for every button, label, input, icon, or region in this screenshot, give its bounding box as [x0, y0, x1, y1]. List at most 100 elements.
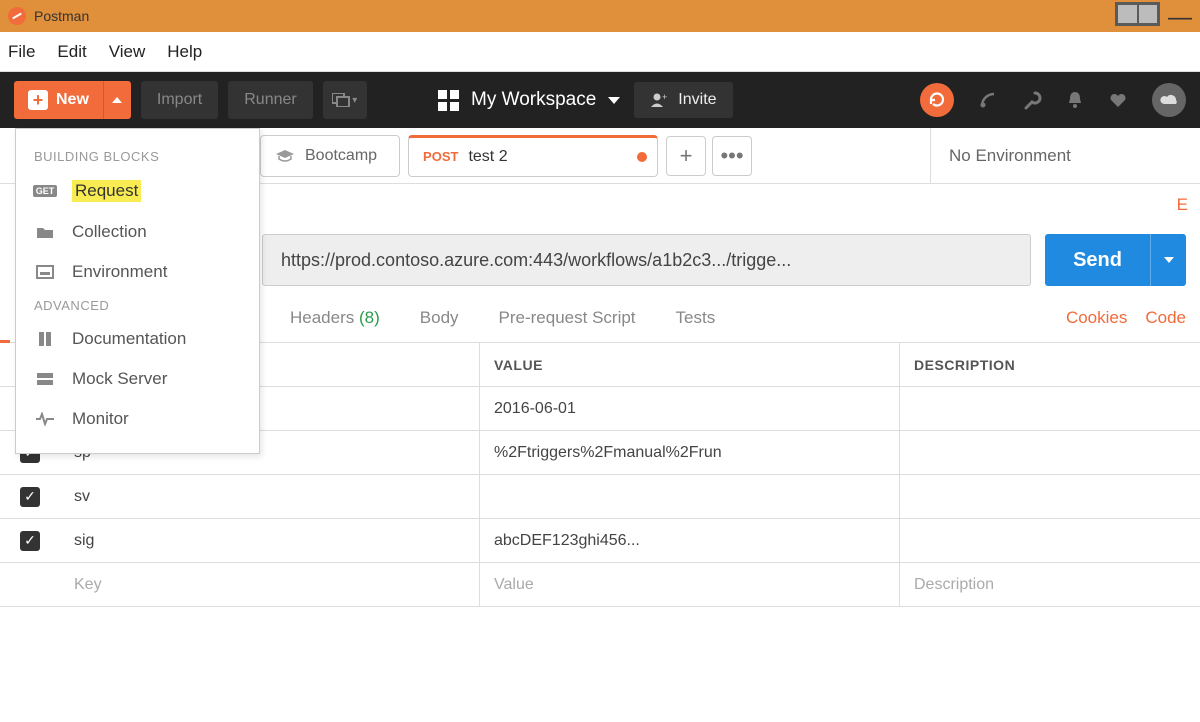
runner-button[interactable]: Runner — [228, 81, 312, 119]
param-desc-cell[interactable] — [900, 387, 1200, 430]
subtab-body[interactable]: Body — [420, 308, 459, 328]
menu-item-environment[interactable]: Environment — [16, 252, 259, 292]
new-window-button[interactable]: ▾ — [323, 81, 367, 119]
tab-bootcamp-label: Bootcamp — [305, 147, 377, 165]
param-value-cell[interactable]: %2Ftriggers%2Fmanual%2Frun — [480, 431, 900, 474]
cookies-link[interactable]: Cookies — [1066, 308, 1127, 328]
active-tab-indicator — [0, 340, 10, 343]
bell-icon[interactable] — [1066, 90, 1084, 110]
param-value-cell[interactable]: 2016-06-01 — [480, 387, 900, 430]
window-layout-icon[interactable] — [1115, 2, 1160, 26]
menu-view[interactable]: View — [109, 42, 146, 62]
satellite-icon[interactable] — [978, 90, 998, 110]
folder-icon — [34, 225, 56, 239]
tab-method-badge: POST — [423, 149, 458, 164]
params-header-desc: DESCRIPTION — [900, 343, 1200, 386]
url-text: https://prod.contoso.azure.com:443/workf… — [281, 250, 791, 271]
person-add-icon: + — [650, 92, 668, 108]
param-key-input[interactable]: Key — [60, 563, 480, 606]
grid-icon — [438, 90, 459, 111]
param-desc-cell[interactable] — [900, 431, 1200, 474]
new-button-dropdown[interactable] — [103, 81, 131, 119]
get-badge-icon: GET — [34, 185, 56, 197]
examples-link[interactable]: E — [1177, 195, 1188, 215]
param-key-cell[interactable]: sig — [60, 519, 480, 562]
sync-button[interactable] — [920, 83, 954, 117]
code-link[interactable]: Code — [1145, 308, 1186, 328]
menu-item-request[interactable]: GET Request — [16, 170, 259, 212]
workspace-label: My Workspace — [471, 89, 596, 111]
new-button-label: New — [56, 91, 89, 109]
menu-item-collection-label: Collection — [72, 222, 147, 242]
send-button-group: Send — [1045, 234, 1186, 286]
row-checkbox[interactable]: ✓ — [20, 531, 40, 551]
param-desc-input[interactable]: Description — [900, 563, 1200, 606]
url-input[interactable]: https://prod.contoso.azure.com:443/workf… — [262, 234, 1031, 286]
menu-item-mockserver[interactable]: Mock Server — [16, 359, 259, 399]
window-minimize-button[interactable]: — — [1168, 5, 1192, 23]
heart-icon[interactable] — [1108, 91, 1128, 109]
sync-icon — [928, 91, 946, 109]
param-value-input[interactable]: Value — [480, 563, 900, 606]
param-value-cell[interactable]: abcDEF123ghi456... — [480, 519, 900, 562]
unsaved-dot-icon — [637, 152, 647, 162]
send-dropdown[interactable] — [1150, 234, 1186, 286]
invite-button[interactable]: + Invite — [634, 82, 732, 118]
menu-item-environment-label: Environment — [72, 262, 167, 282]
menu-item-request-label: Request — [72, 180, 141, 202]
main-toolbar: + New Import Runner ▾ My Workspace + Inv… — [0, 72, 1200, 128]
new-tab-button[interactable]: + — [666, 136, 706, 176]
menu-item-documentation-label: Documentation — [72, 329, 186, 349]
svg-text:+: + — [662, 92, 667, 102]
cloud-icon — [1159, 93, 1179, 107]
menu-edit[interactable]: Edit — [57, 42, 86, 62]
menu-item-mockserver-label: Mock Server — [72, 369, 167, 389]
environment-label: No Environment — [949, 146, 1071, 166]
tab-test2-label: test 2 — [468, 148, 507, 166]
menu-section-building: BUILDING BLOCKS — [16, 143, 259, 170]
table-row: ✓ sv — [0, 475, 1200, 519]
subtab-prerequest[interactable]: Pre-request Script — [499, 308, 636, 328]
menu-section-advanced: ADVANCED — [16, 292, 259, 319]
monitor-icon — [34, 412, 56, 426]
app-icon — [8, 7, 26, 25]
menu-item-monitor-label: Monitor — [72, 409, 129, 429]
invite-label: Invite — [678, 91, 716, 109]
plus-icon: + — [28, 90, 48, 110]
account-button[interactable] — [1152, 83, 1186, 117]
menu-help[interactable]: Help — [167, 42, 202, 62]
new-dropdown-menu: BUILDING BLOCKS GET Request Collection E… — [15, 128, 260, 454]
environment-selector[interactable]: No Environment — [930, 128, 1200, 184]
tab-options-button[interactable]: ••• — [712, 136, 752, 176]
chevron-down-icon — [608, 97, 620, 104]
new-button[interactable]: + New — [14, 81, 103, 119]
windows-icon — [332, 93, 350, 107]
tab-bootcamp[interactable]: Bootcamp — [260, 135, 400, 177]
table-row-new: Key Value Description — [0, 563, 1200, 607]
params-header-value: VALUE — [480, 343, 900, 386]
wrench-icon[interactable] — [1022, 90, 1042, 110]
subtab-tests[interactable]: Tests — [676, 308, 716, 328]
param-desc-cell[interactable] — [900, 475, 1200, 518]
row-checkbox[interactable]: ✓ — [20, 487, 40, 507]
import-button[interactable]: Import — [141, 81, 218, 119]
environment-icon — [34, 265, 56, 279]
param-value-cell[interactable] — [480, 475, 900, 518]
menu-item-collection[interactable]: Collection — [16, 212, 259, 252]
param-desc-cell[interactable] — [900, 519, 1200, 562]
workspace-selector[interactable]: My Workspace — [438, 89, 620, 111]
subtab-headers[interactable]: Headers (8) — [290, 308, 380, 328]
window-titlebar: Postman — — [0, 0, 1200, 32]
table-row: ✓ sig abcDEF123ghi456... — [0, 519, 1200, 563]
menubar: File Edit View Help — [0, 32, 1200, 72]
menu-item-documentation[interactable]: Documentation — [16, 319, 259, 359]
documentation-icon — [34, 331, 56, 347]
param-key-cell[interactable]: sv — [60, 475, 480, 518]
new-button-group: + New — [14, 81, 131, 119]
tab-test2[interactable]: POST test 2 — [408, 135, 658, 177]
menu-item-monitor[interactable]: Monitor — [16, 399, 259, 439]
menu-file[interactable]: File — [8, 42, 35, 62]
graduation-icon — [275, 149, 295, 163]
server-icon — [34, 372, 56, 386]
send-button[interactable]: Send — [1045, 234, 1150, 286]
